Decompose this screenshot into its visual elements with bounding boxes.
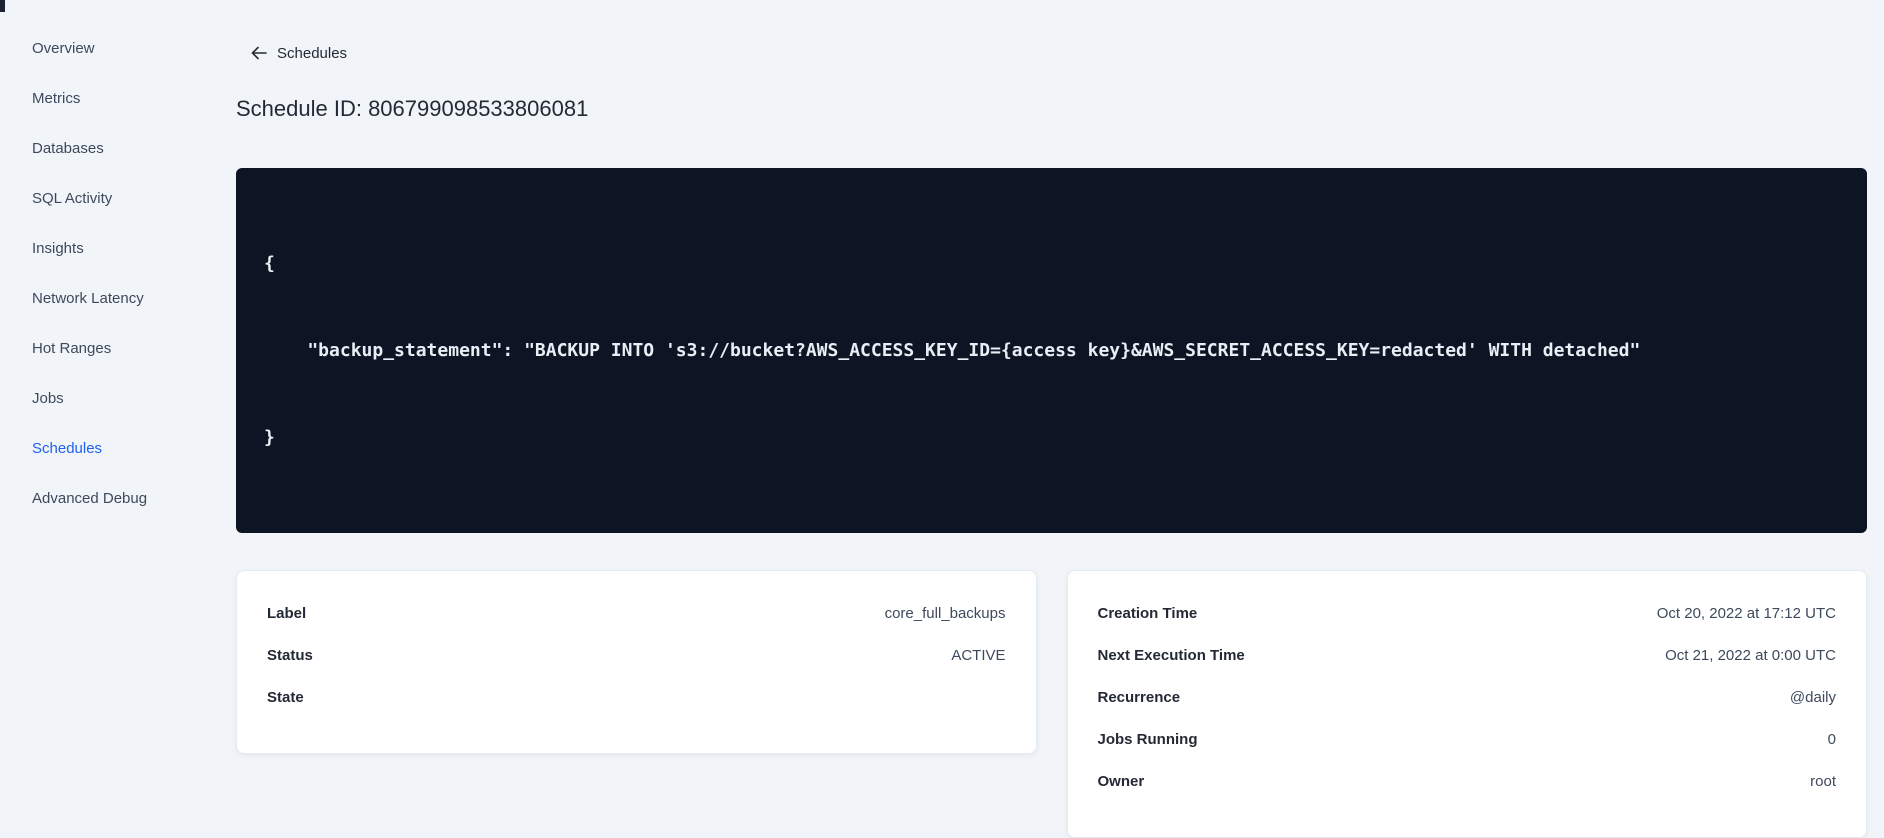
row-label: Next Execution Time xyxy=(1097,646,1245,664)
row-value: root xyxy=(1810,772,1836,790)
row-value: Oct 21, 2022 at 0:00 UTC xyxy=(1665,646,1836,664)
back-arrow-icon xyxy=(251,46,267,60)
detail-row-owner: Owner root xyxy=(1098,760,1837,802)
row-label: Jobs Running xyxy=(1097,730,1198,748)
detail-row-recurrence: Recurrence @daily xyxy=(1098,676,1837,718)
row-label: State xyxy=(267,688,304,706)
sidebar-item-schedules[interactable]: Schedules xyxy=(0,423,204,473)
sidebar-item-hot-ranges[interactable]: Hot Ranges xyxy=(0,323,204,373)
schedule-details-page: { "colors": { "page_background": "#f1f4f… xyxy=(0,0,1884,838)
sidebar-item-jobs[interactable]: Jobs xyxy=(0,373,204,423)
sidebar-item-metrics[interactable]: Metrics xyxy=(0,73,204,123)
sidebar-nav: Overview Metrics Databases SQL Activity … xyxy=(0,0,204,613)
schedule-timing-card: Creation Time Oct 20, 2022 at 17:12 UTC … xyxy=(1066,570,1867,838)
detail-cards: Label core_full_backups Status ACTIVE St… xyxy=(236,570,1867,838)
row-label: Label xyxy=(267,604,307,622)
back-to-schedules-link[interactable]: Schedules xyxy=(251,44,347,62)
sidebar-item-network-latency[interactable]: Network Latency xyxy=(0,273,204,323)
row-value: Oct 20, 2022 at 17:12 UTC xyxy=(1656,604,1836,622)
row-value: @daily xyxy=(1789,688,1836,706)
page-title: Schedule ID: 806799098533806081 xyxy=(236,96,589,121)
detail-row-label: Label core_full_backups xyxy=(267,592,1006,634)
row-label: Recurrence xyxy=(1097,688,1181,706)
detail-row-state: State xyxy=(267,676,1006,718)
detail-row-next-execution-time: Next Execution Time Oct 21, 2022 at 0:00… xyxy=(1098,634,1837,676)
detail-row-status: Status ACTIVE xyxy=(267,634,1006,676)
code-line: "backup_statement": "BACKUP INTO 's3://b… xyxy=(264,340,1641,361)
row-value: core_full_backups xyxy=(884,604,1006,622)
row-label: Status xyxy=(267,646,313,664)
code-line: { xyxy=(264,253,275,274)
main-content: Schedules Schedule ID: 80679909853380608… xyxy=(236,0,1867,838)
back-link-label: Schedules xyxy=(277,44,348,62)
sidebar-item-databases[interactable]: Databases xyxy=(0,123,204,173)
schedule-summary-card: Label core_full_backups Status ACTIVE St… xyxy=(236,570,1037,754)
sidebar-item-advanced-debug[interactable]: Advanced Debug xyxy=(0,473,204,523)
detail-row-jobs-running: Jobs Running 0 xyxy=(1098,718,1837,760)
code-line: } xyxy=(264,427,275,448)
backup-statement-code-block: { "backup_statement": "BACKUP INTO 's3:/… xyxy=(236,168,1867,533)
sidebar-item-sql-activity[interactable]: SQL Activity xyxy=(0,173,204,223)
row-label: Owner xyxy=(1097,772,1145,790)
sidebar-item-overview[interactable]: Overview xyxy=(0,23,204,73)
row-label: Creation Time xyxy=(1097,604,1198,622)
sidebar-item-insights[interactable]: Insights xyxy=(0,223,204,273)
row-value: ACTIVE xyxy=(951,646,1006,664)
row-value: 0 xyxy=(1827,730,1836,748)
detail-row-creation-time: Creation Time Oct 20, 2022 at 17:12 UTC xyxy=(1098,592,1837,634)
